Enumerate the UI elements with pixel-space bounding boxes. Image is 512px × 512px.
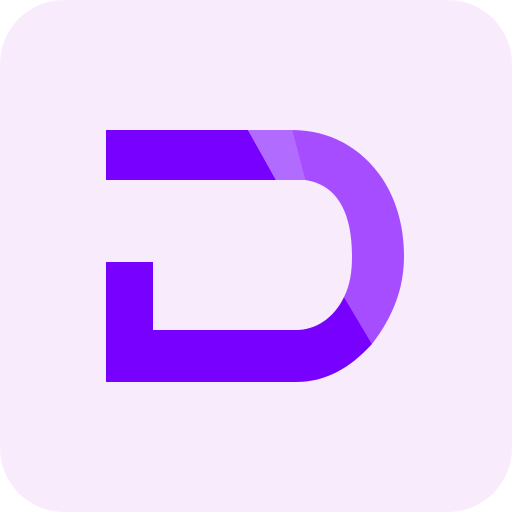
app-icon [0,0,512,512]
d-logo-icon [0,0,512,512]
logo-top-bar [106,130,276,180]
icon-background [0,0,512,512]
